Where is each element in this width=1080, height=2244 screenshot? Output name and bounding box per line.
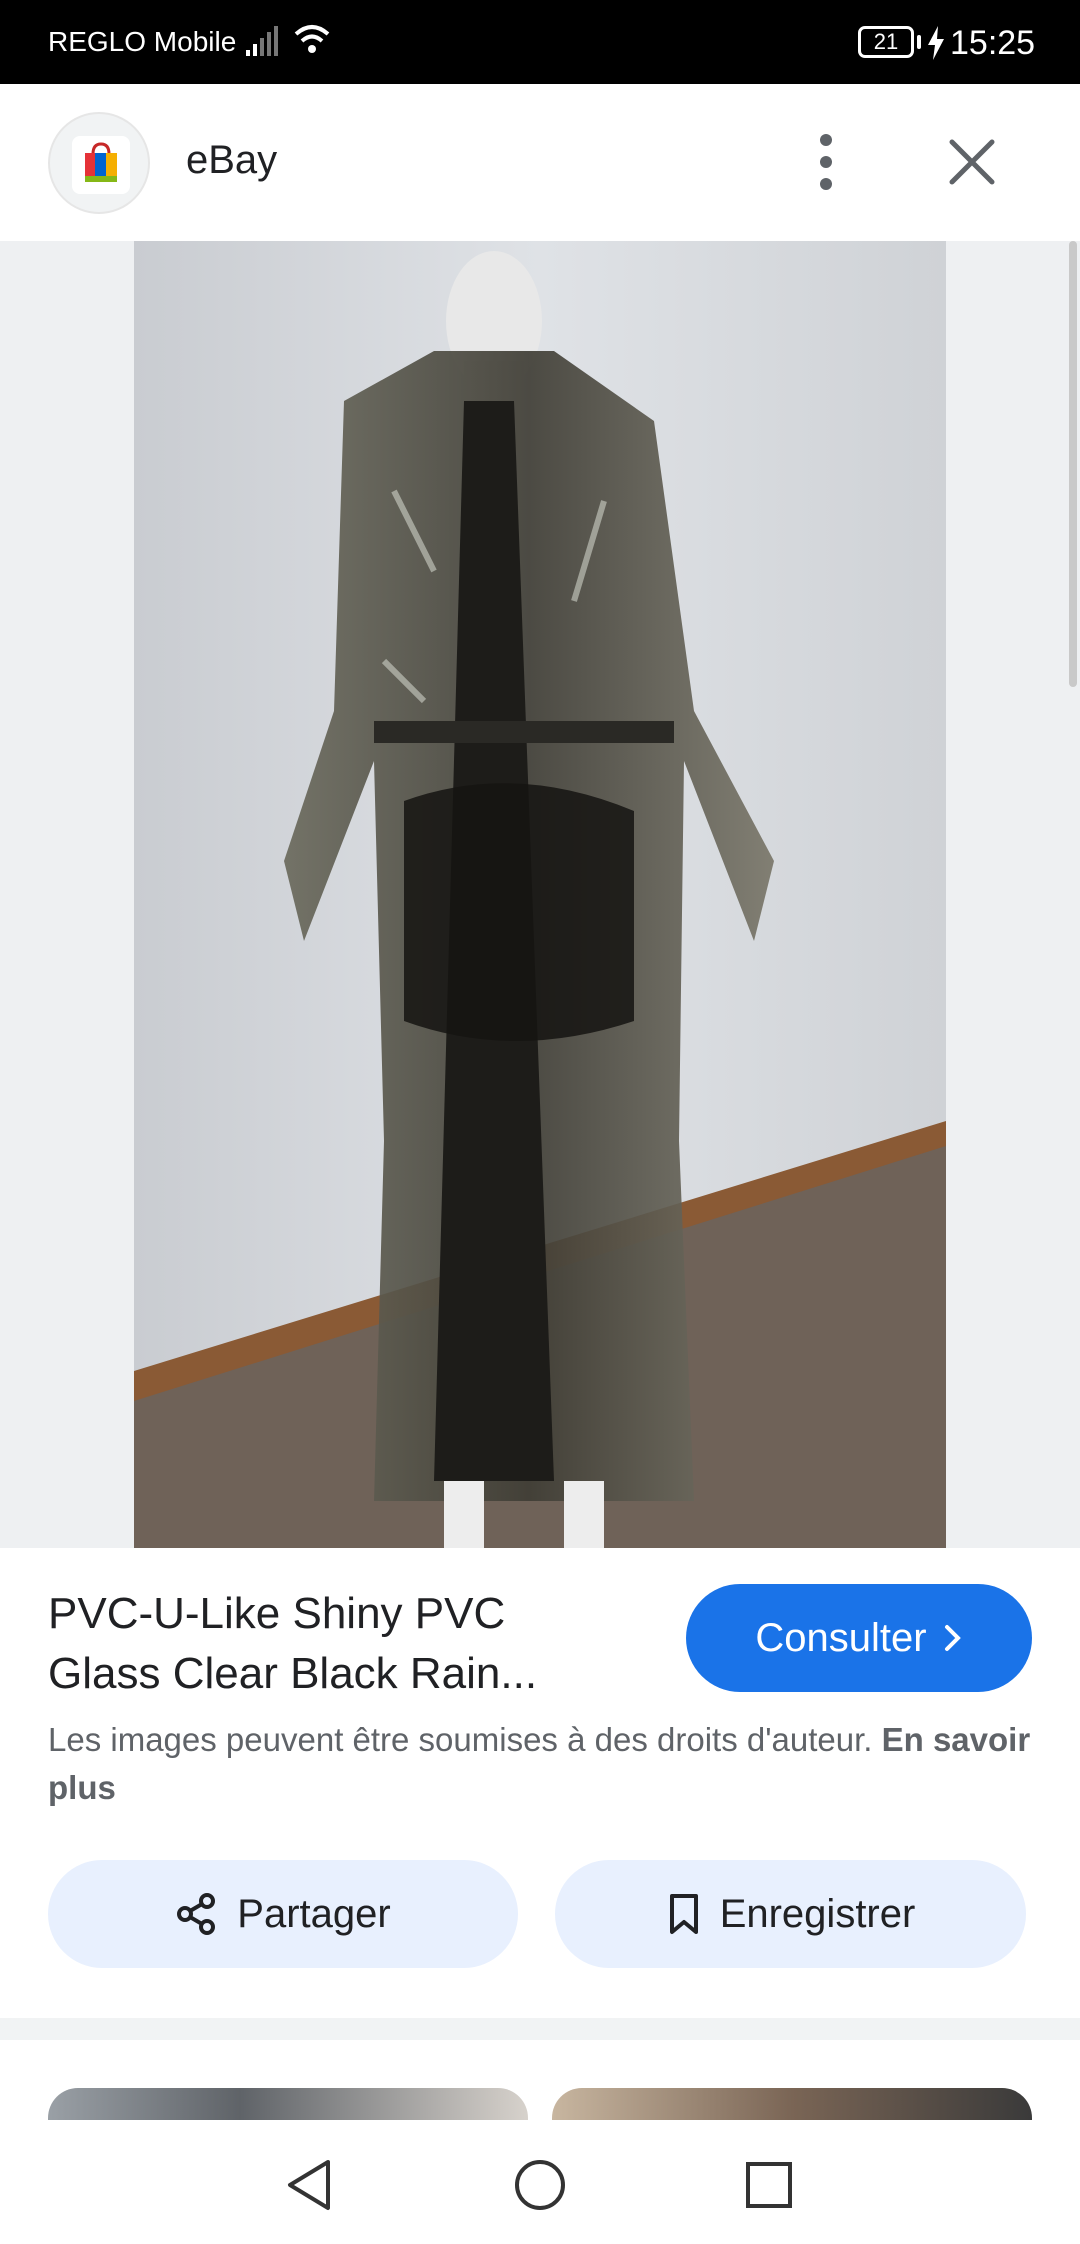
section-divider bbox=[0, 2018, 1080, 2040]
product-title[interactable]: PVC-U-Like Shiny PVC Glass Clear Black R… bbox=[48, 1584, 608, 1704]
clock: 15:25 bbox=[950, 24, 1036, 62]
scrollbar[interactable] bbox=[1069, 241, 1077, 687]
bookmark-icon bbox=[669, 1894, 698, 1934]
nav-back-icon[interactable] bbox=[284, 2158, 334, 2212]
copyright-text: Les images peuvent être soumises à des d… bbox=[48, 1721, 873, 1758]
signal-icon bbox=[246, 26, 278, 56]
site-name[interactable]: eBay bbox=[186, 138, 277, 183]
consult-button[interactable]: Consulter bbox=[686, 1584, 1032, 1692]
battery-tip bbox=[917, 35, 921, 49]
save-button[interactable]: Enregistrer bbox=[555, 1860, 1026, 1968]
save-label: Enregistrer bbox=[719, 1891, 916, 1936]
ebay-bag-icon bbox=[72, 136, 130, 194]
charging-icon bbox=[928, 26, 944, 60]
battery-level: 21 bbox=[873, 29, 899, 54]
nav-home-icon[interactable] bbox=[513, 2158, 567, 2212]
share-icon bbox=[177, 1893, 216, 1935]
source-header: eBay bbox=[0, 84, 1080, 241]
system-nav-bar bbox=[0, 2120, 1080, 2244]
product-image[interactable] bbox=[134, 241, 946, 1548]
related-image-thumbnail[interactable] bbox=[552, 2088, 1032, 2120]
close-icon[interactable] bbox=[946, 136, 998, 188]
result-info-panel: PVC-U-Like Shiny PVC Glass Clear Black R… bbox=[0, 1548, 1080, 2018]
related-image-thumbnail[interactable] bbox=[48, 2088, 528, 2120]
more-vert-icon[interactable] bbox=[806, 130, 846, 194]
share-button[interactable]: Partager bbox=[48, 1860, 518, 1968]
image-preview[interactable] bbox=[0, 241, 1080, 1741]
share-label: Partager bbox=[237, 1891, 391, 1936]
status-bar: REGLO Mobile 21 15:25 bbox=[0, 0, 1080, 84]
consult-label: Consulter bbox=[755, 1615, 927, 1660]
copyright-notice: Les images peuvent être soumises à des d… bbox=[48, 1716, 1038, 1812]
wifi-icon bbox=[294, 25, 330, 53]
site-favicon[interactable] bbox=[48, 112, 150, 214]
carrier-name: REGLO Mobile bbox=[48, 26, 237, 57]
chevron-right-icon bbox=[944, 1625, 961, 1651]
nav-recents-icon[interactable] bbox=[744, 2158, 794, 2212]
related-images bbox=[0, 2040, 1080, 2120]
raincoat-photo bbox=[134, 241, 946, 1548]
battery-icon: 21 bbox=[858, 26, 914, 58]
